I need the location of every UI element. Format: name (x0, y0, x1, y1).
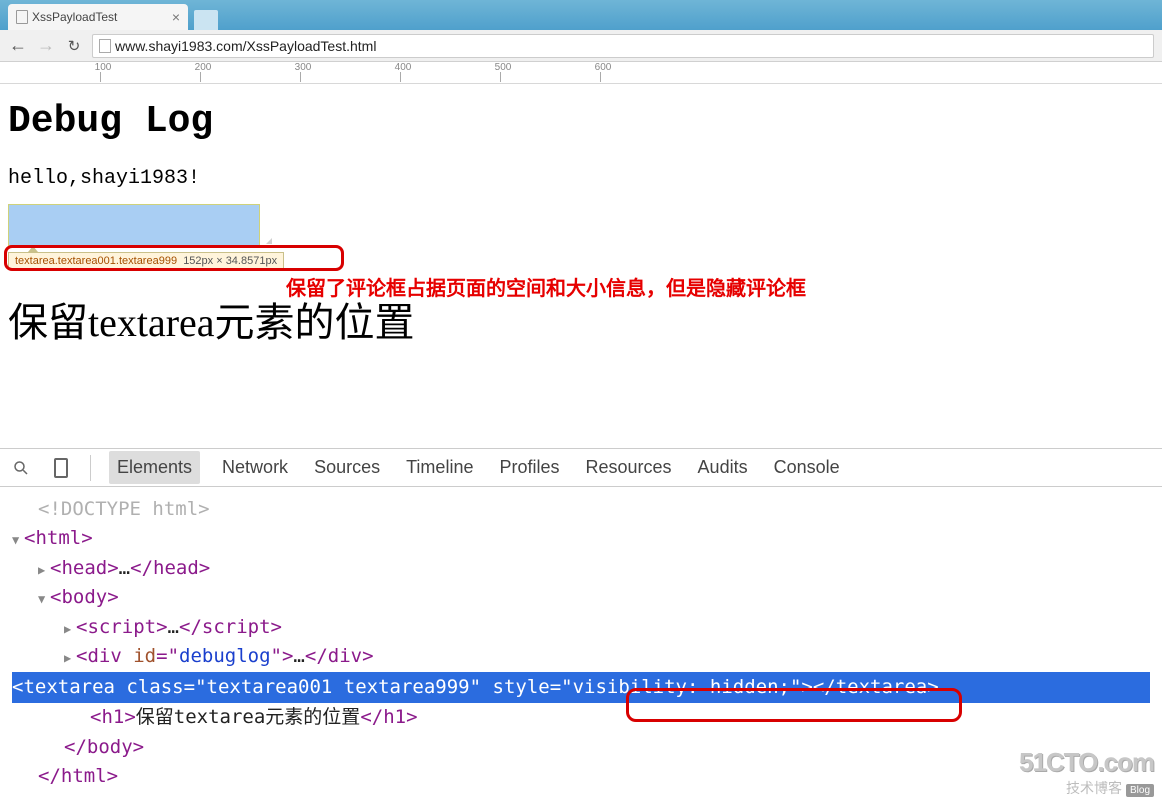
dom-tree[interactable]: <!DOCTYPE html> <html> <head>…</head> <b… (0, 487, 1162, 799)
page-icon (16, 10, 28, 24)
devtools-tab-sources[interactable]: Sources (310, 451, 384, 484)
hello-text: hello,shayi1983! (8, 167, 1154, 190)
dom-body-close[interactable]: </body> (12, 733, 1150, 762)
dom-script[interactable]: <script>…</script> (12, 613, 1150, 642)
devtools-tab-timeline[interactable]: Timeline (402, 451, 477, 484)
watermark-line2: 技术博客Blog (1019, 778, 1154, 798)
reload-button[interactable]: ↻ (64, 36, 84, 56)
ruler-tick: 600 (591, 62, 615, 73)
tab-title: XssPayloadTest (32, 10, 117, 24)
devtools-tab-audits[interactable]: Audits (694, 451, 752, 484)
address-bar: ← → ↻ www.shayi1983.com/XssPayloadTest.h… (0, 30, 1162, 62)
forward-button[interactable]: → (36, 36, 56, 56)
device-mode-icon[interactable] (50, 457, 72, 479)
dom-body-open[interactable]: <body> (12, 583, 1150, 612)
watermark-line1: 51CTO.com (1019, 747, 1154, 778)
devtools-tab-resources[interactable]: Resources (582, 451, 676, 484)
devtools-panel: Elements Network Sources Timeline Profil… (0, 448, 1162, 804)
ruler-tick: 300 (291, 62, 315, 73)
new-tab-button[interactable] (194, 10, 218, 30)
url-input[interactable]: www.shayi1983.com/XssPayloadTest.html (92, 34, 1154, 58)
dom-textarea-selected[interactable]: <textarea class="textarea001 textarea999… (12, 672, 1150, 703)
back-button[interactable]: ← (8, 36, 28, 56)
ruler-tick: 500 (491, 62, 515, 73)
dom-head[interactable]: <head>…</head> (12, 554, 1150, 583)
devtools-tab-network[interactable]: Network (218, 451, 292, 484)
annotation-box-style (626, 688, 962, 722)
close-tab-icon[interactable]: × (172, 10, 180, 24)
watermark: 51CTO.com 技术博客Blog (1019, 747, 1154, 798)
ruler: 100 200 300 400 500 600 (0, 62, 1162, 84)
annotation-box (4, 245, 344, 271)
url-text: www.shayi1983.com/XssPayloadTest.html (115, 38, 376, 54)
dom-html-close[interactable]: </html> (12, 762, 1150, 791)
page-content: Debug Log hello,shayi1983! textarea.text… (0, 84, 1162, 354)
inspected-textarea[interactable] (8, 204, 274, 246)
search-icon[interactable] (10, 457, 32, 479)
ruler-tick: 400 (391, 62, 415, 73)
debug-heading: Debug Log (8, 100, 1154, 143)
dom-doctype[interactable]: <!DOCTYPE html> (12, 495, 1150, 524)
browser-tab[interactable]: XssPayloadTest × (8, 4, 188, 30)
browser-tab-strip: XssPayloadTest × (0, 0, 1162, 30)
page-icon (99, 39, 111, 53)
ruler-tick: 100 (91, 62, 115, 73)
devtools-toolbar: Elements Network Sources Timeline Profil… (0, 449, 1162, 487)
devtools-tab-console[interactable]: Console (770, 451, 844, 484)
ruler-tick: 200 (191, 62, 215, 73)
devtools-tab-profiles[interactable]: Profiles (495, 451, 563, 484)
dom-html-open[interactable]: <html> (12, 524, 1150, 553)
inspector-tooltip: textarea.textarea001.textarea999 152px ×… (8, 252, 1154, 270)
annotation-text: 保留了评论框占据页面的空间和大小信息，但是隐藏评论框 (286, 272, 806, 301)
dom-div-debuglog[interactable]: <div id="debuglog">…</div> (12, 642, 1150, 671)
dom-h1[interactable]: <h1>保留textarea元素的位置</h1> (12, 703, 1150, 732)
devtools-tab-elements[interactable]: Elements (109, 451, 200, 484)
